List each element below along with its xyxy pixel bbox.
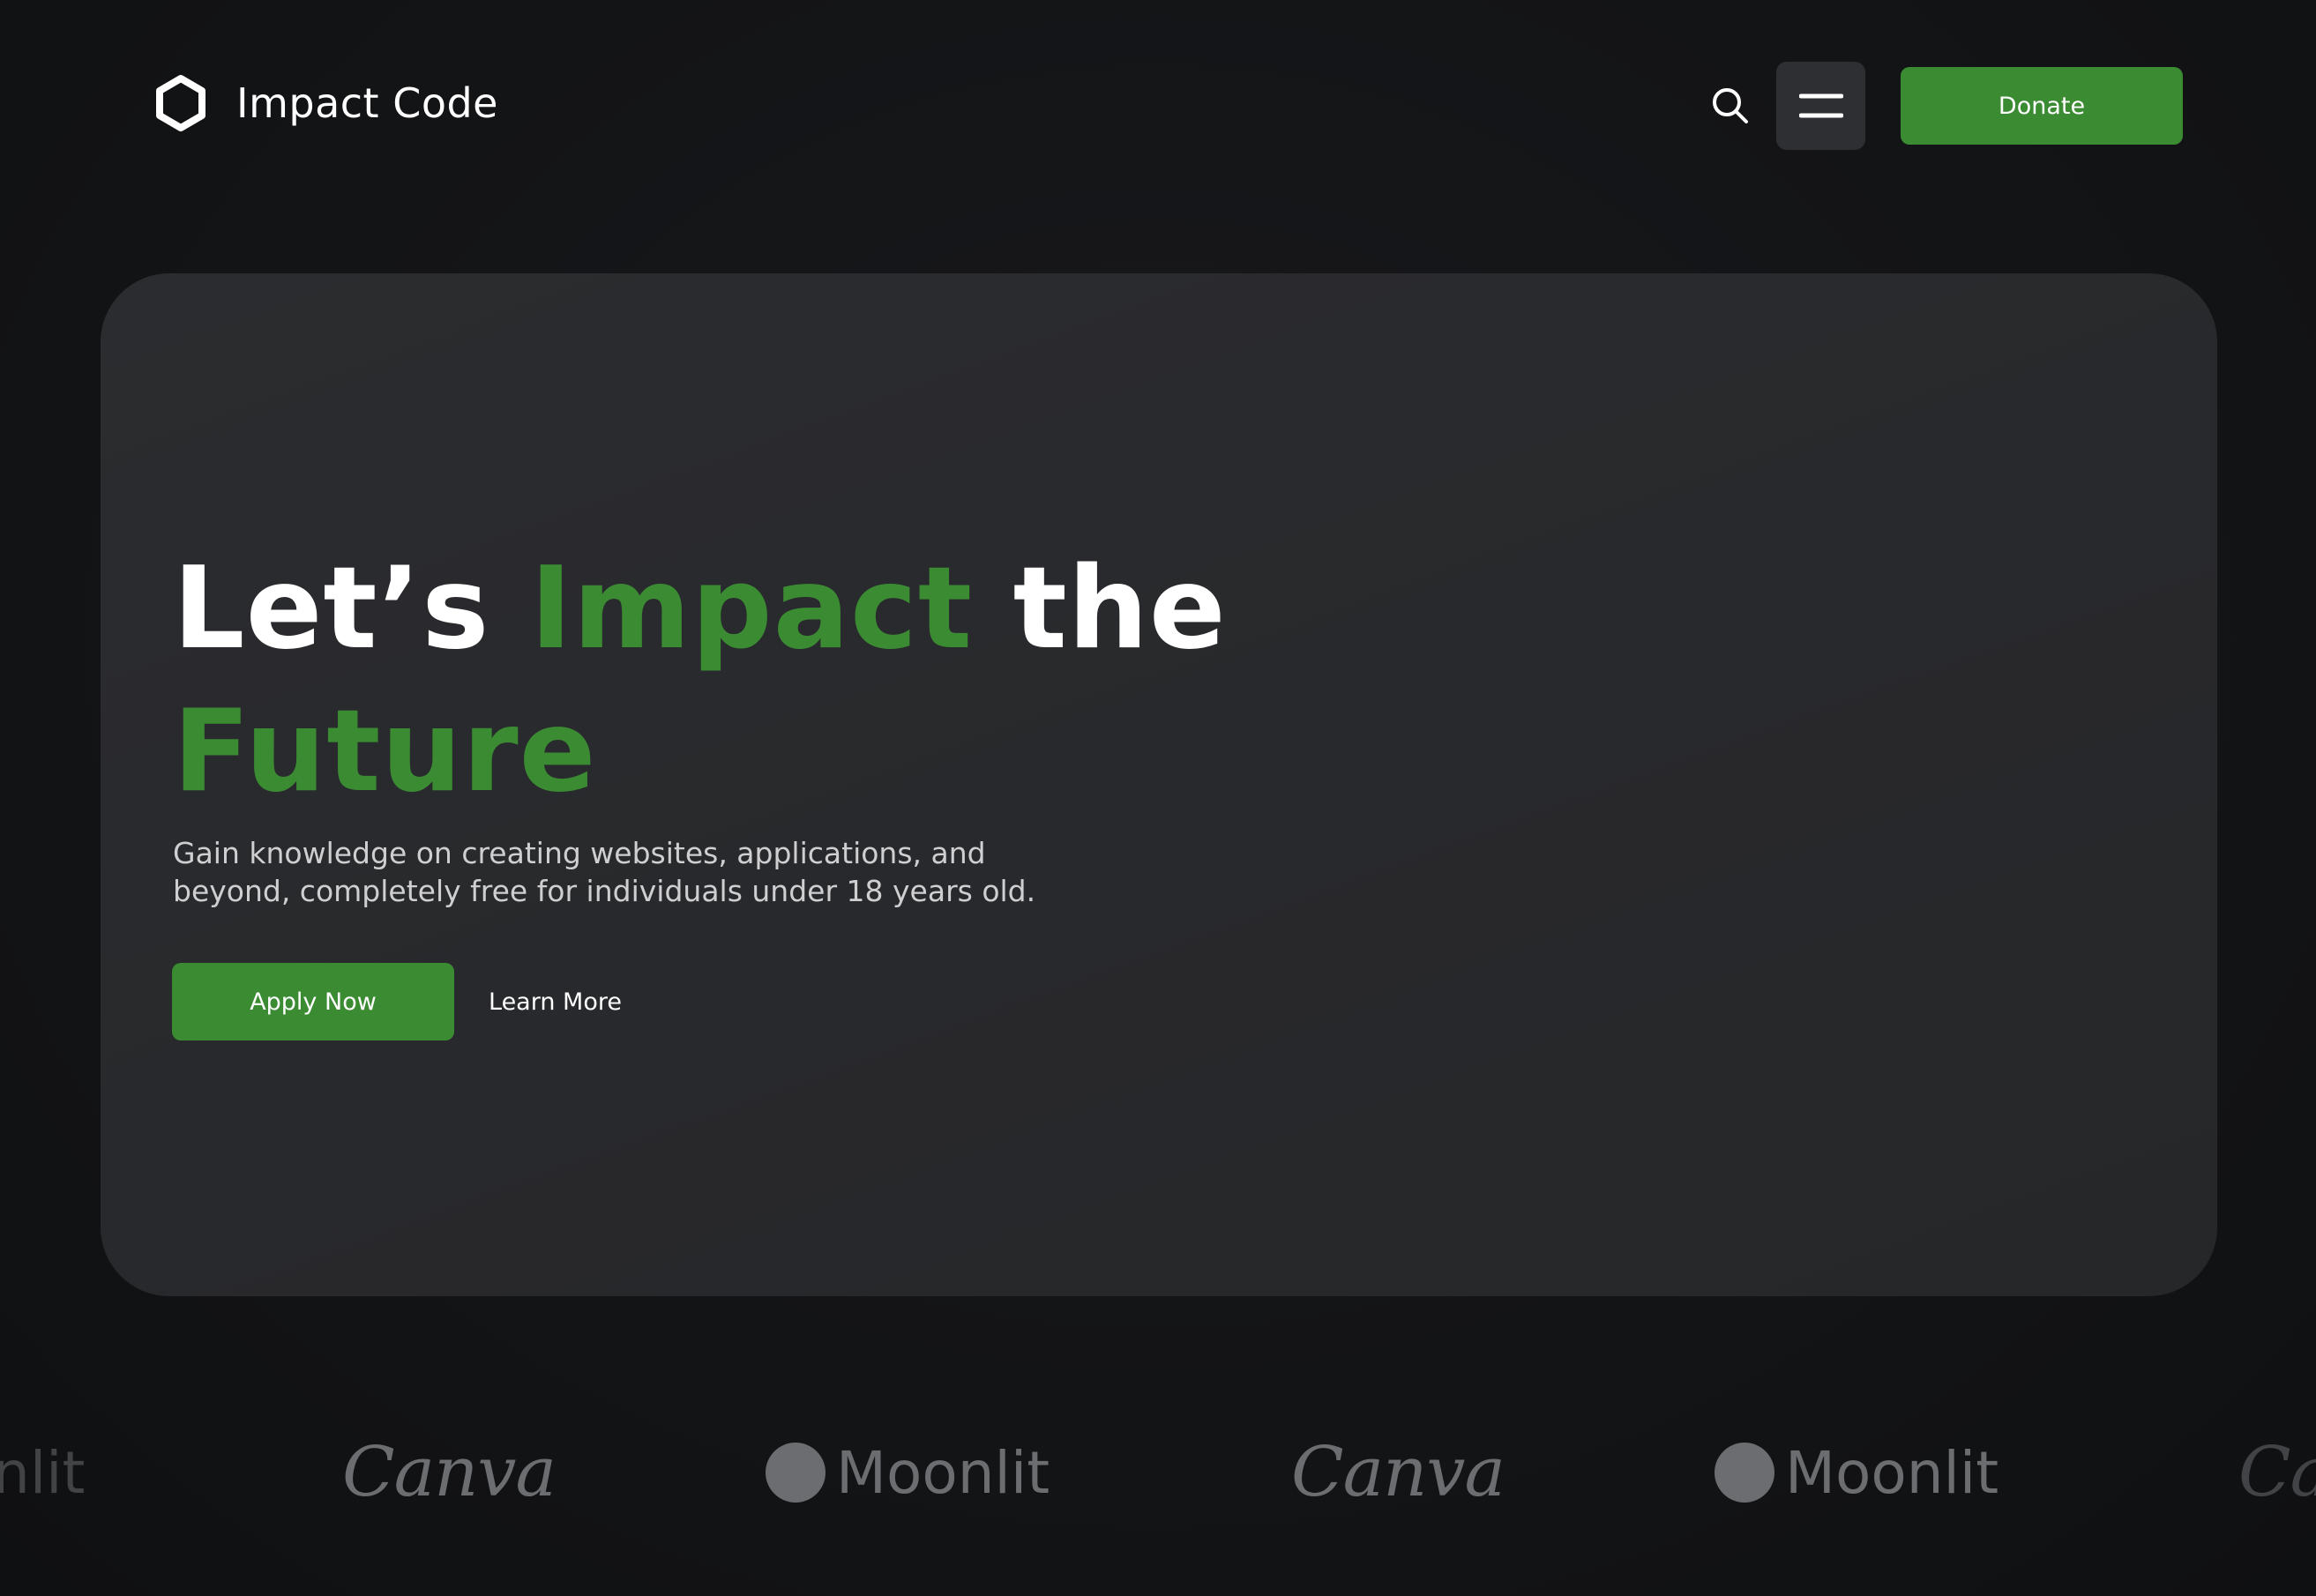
partner-logo-moonlit-partial: nlit bbox=[0, 1411, 85, 1534]
donate-button[interactable]: Donate bbox=[1901, 67, 2183, 145]
hexagon-icon bbox=[156, 75, 205, 131]
partner-logo-strip: nlit Canva Moonlit Canva Moonlit Ca bbox=[0, 1411, 2316, 1534]
menu-button[interactable] bbox=[1776, 62, 1865, 150]
partner-logo-text: Ca bbox=[2238, 1433, 2316, 1512]
hero-title-part1: Let’s bbox=[173, 543, 530, 675]
hero-title-highlight-future: Future bbox=[173, 686, 597, 817]
partner-logo-moonlit: Moonlit bbox=[1715, 1411, 1998, 1534]
partner-logo-moonlit: Moonlit bbox=[766, 1411, 1050, 1534]
search-button[interactable] bbox=[1704, 79, 1757, 132]
hero-subtitle-line2: beyond, completely free for individuals … bbox=[173, 874, 1036, 908]
hero-title-part2: the bbox=[973, 543, 1227, 675]
hero-subtitle: Gain knowledge on creating websites, app… bbox=[173, 834, 1143, 910]
site-logo[interactable]: Impact Code bbox=[152, 74, 498, 132]
partner-logo-canva-partial: Ca bbox=[2238, 1411, 2316, 1534]
partner-logo-text: Moonlit bbox=[1785, 1438, 1999, 1507]
moon-icon bbox=[1715, 1443, 1774, 1503]
partner-logo-text: Canva bbox=[342, 1433, 557, 1512]
hero-subtitle-line1: Gain knowledge on creating websites, app… bbox=[173, 836, 986, 870]
partner-logo-text: Moonlit bbox=[836, 1438, 1050, 1507]
partner-logo-canva: Canva bbox=[342, 1411, 557, 1534]
partner-logo-text: Canva bbox=[1291, 1433, 1505, 1512]
logo-text: Impact Code bbox=[236, 79, 498, 127]
partner-logo-text: nlit bbox=[0, 1438, 86, 1507]
hero-title-highlight-impact: Impact bbox=[529, 543, 973, 675]
learn-more-link[interactable]: Learn More bbox=[489, 963, 622, 1040]
menu-icon bbox=[1798, 93, 1843, 118]
site-header: Impact Code Donate bbox=[0, 0, 2316, 212]
hero-title: Let’s Impact the Future bbox=[173, 538, 1227, 824]
moon-icon bbox=[766, 1443, 826, 1503]
apply-now-button[interactable]: Apply Now bbox=[172, 963, 454, 1040]
search-icon bbox=[1713, 88, 1748, 123]
partner-logo-canva: Canva bbox=[1291, 1411, 1505, 1534]
hero-card: Let’s Impact the Future Gain knowledge o… bbox=[101, 273, 2217, 1296]
